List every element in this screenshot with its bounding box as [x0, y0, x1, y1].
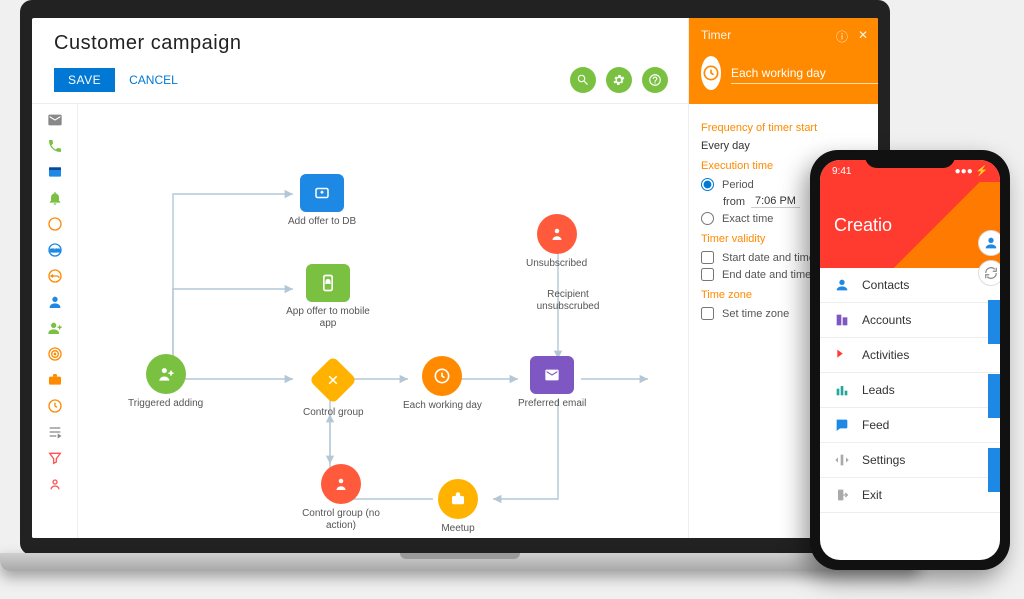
- node-app-offer-mobile[interactable]: App offer to mobile app: [283, 264, 373, 330]
- search-icon[interactable]: [570, 67, 596, 93]
- node-control-no-action[interactable]: Control group (no action): [296, 464, 386, 532]
- element-palette: SMS: [32, 104, 78, 538]
- palette-clock-icon[interactable]: [45, 398, 65, 414]
- radio-exact-time[interactable]: [701, 212, 714, 225]
- campaign-diagram[interactable]: Triggered adding Add offer to DB App off…: [78, 104, 688, 538]
- sync-icon[interactable]: [978, 260, 1000, 286]
- svg-text:SMS: SMS: [49, 248, 59, 253]
- from-time-value[interactable]: 7:06 PM: [751, 195, 800, 208]
- palette-filter-icon[interactable]: [45, 450, 65, 466]
- avatar-icon[interactable]: [978, 230, 1000, 256]
- page-title: Customer campaign: [54, 32, 668, 55]
- cancel-button[interactable]: CANCEL: [129, 73, 178, 87]
- palette-contact-icon[interactable]: [45, 476, 65, 492]
- section-frequency: Frequency of timer start: [701, 122, 866, 134]
- palette-reply-icon[interactable]: [45, 268, 65, 284]
- phone-frame: 9:41 ●●● ⚡ Creatio Contacts Accounts Act…: [810, 150, 1010, 570]
- palette-window-icon[interactable]: [45, 164, 65, 180]
- palette-useradd-icon[interactable]: [45, 320, 65, 336]
- timer-icon: [701, 56, 721, 90]
- palette-briefcase-icon[interactable]: [45, 372, 65, 388]
- palette-sms-icon[interactable]: SMS: [45, 242, 65, 258]
- menu-item-activities[interactable]: Activities: [820, 338, 1000, 373]
- palette-user-icon[interactable]: [45, 294, 65, 310]
- save-button[interactable]: SAVE: [54, 68, 115, 92]
- node-each-working-day[interactable]: Each working day: [403, 356, 482, 412]
- menu-item-leads[interactable]: Leads: [820, 373, 1000, 408]
- menu-item-exit[interactable]: Exit: [820, 478, 1000, 513]
- node-control-group[interactable]: Control group: [303, 359, 364, 419]
- side-indicator: [988, 300, 1000, 522]
- panel-title: Timer: [701, 28, 866, 42]
- palette-bell-icon[interactable]: [45, 190, 65, 206]
- menu-item-accounts[interactable]: Accounts: [820, 303, 1000, 338]
- frequency-value[interactable]: Every day: [701, 140, 750, 152]
- mobile-app-screen: 9:41 ●●● ⚡ Creatio Contacts Accounts Act…: [820, 160, 1000, 560]
- checkbox-end-date[interactable]: [701, 268, 714, 281]
- palette-target-icon[interactable]: [45, 346, 65, 362]
- node-meetup[interactable]: Meetup: [438, 479, 478, 535]
- help-icon[interactable]: [642, 67, 668, 93]
- label-recipient-unsubscribed: Recipient unsubscrubed: [523, 289, 613, 313]
- node-triggered-adding[interactable]: Triggered adding: [128, 354, 203, 410]
- gear-icon[interactable]: [606, 67, 632, 93]
- node-add-offer-db[interactable]: Add offer to DB: [288, 174, 356, 228]
- palette-chat-icon[interactable]: [45, 216, 65, 232]
- node-preferred-email[interactable]: Preferred email: [518, 356, 586, 410]
- mobile-brand-logo: Creatio: [820, 182, 1000, 268]
- laptop-frame: Customer campaign SAVE CANCEL: [20, 0, 890, 555]
- checkbox-start-date[interactable]: [701, 251, 714, 264]
- palette-email-icon[interactable]: [45, 112, 65, 128]
- palette-task-icon[interactable]: [45, 424, 65, 440]
- status-icons: ●●● ⚡: [955, 166, 988, 177]
- checkbox-set-timezone[interactable]: [701, 307, 714, 320]
- menu-item-settings[interactable]: Settings: [820, 443, 1000, 478]
- menu-item-contacts[interactable]: Contacts: [820, 268, 1000, 303]
- status-time: 9:41: [832, 166, 851, 177]
- menu-item-feed[interactable]: Feed: [820, 408, 1000, 443]
- timer-name-input[interactable]: [731, 63, 878, 84]
- node-unsubscribed[interactable]: Unsubscribed: [526, 214, 587, 270]
- palette-call-icon[interactable]: [45, 138, 65, 154]
- radio-period[interactable]: [701, 178, 714, 191]
- mobile-menu: Contacts Accounts Activities Leads Feed …: [820, 268, 1000, 513]
- app-screen: Customer campaign SAVE CANCEL: [32, 18, 878, 538]
